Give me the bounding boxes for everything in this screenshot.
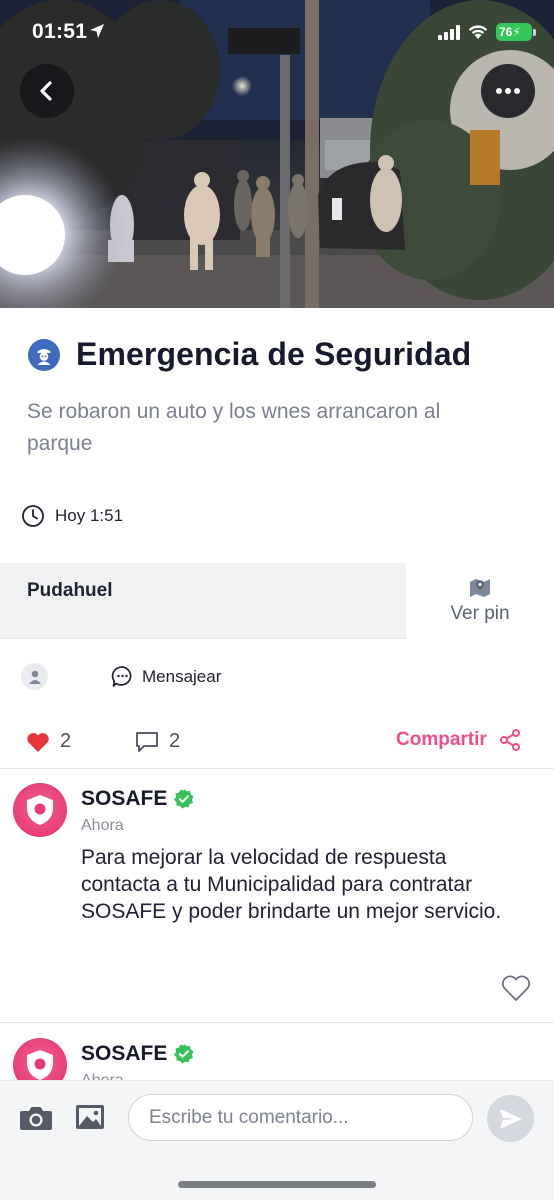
- camera-icon[interactable]: [19, 1105, 53, 1131]
- comments-button[interactable]: 2: [135, 730, 180, 753]
- comment-time: Ahora: [81, 1072, 124, 1080]
- location-name: Pudahuel: [27, 580, 113, 601]
- post-photo[interactable]: 01:51 76⚡: [0, 0, 554, 308]
- comment-author: SOSAFE: [81, 1042, 194, 1066]
- verified-badge-icon: [174, 789, 194, 809]
- author-row: Mensajear: [0, 639, 554, 715]
- comment-item: SOSAFE Ahora Para mejorar la velocidad d…: [0, 769, 554, 1023]
- comment-icon: [136, 731, 158, 752]
- share-label: Compartir: [396, 729, 487, 750]
- like-button[interactable]: 2: [26, 730, 71, 753]
- comment-time: Ahora: [81, 817, 124, 834]
- ellipsis-icon: [496, 88, 520, 94]
- security-guard-icon: [28, 338, 60, 371]
- user-icon[interactable]: [21, 663, 48, 690]
- location-row: Pudahuel Ver pin: [0, 563, 554, 639]
- verified-badge-icon: [174, 1044, 194, 1064]
- battery-level: 76: [499, 25, 513, 39]
- battery-icon: 76⚡: [496, 23, 532, 41]
- map-pin-icon: [470, 579, 490, 597]
- comment-like-icon[interactable]: [501, 974, 531, 1002]
- view-pin-button[interactable]: Ver pin: [406, 563, 554, 639]
- comment-author-name: SOSAFE: [81, 1042, 168, 1065]
- wifi-icon: [468, 25, 488, 39]
- comment-text: Para mejorar la velocidad de respuesta c…: [81, 846, 502, 923]
- comment-item: SOSAFE Ahora: [0, 1024, 554, 1080]
- like-count: 2: [60, 730, 72, 752]
- post-time-label: Hoy 1:51: [55, 506, 124, 525]
- status-bar: 01:51 76⚡: [0, 0, 554, 64]
- status-time: 01:51: [32, 20, 88, 43]
- share-icon: [499, 729, 520, 751]
- comment-author-name: SOSAFE: [81, 787, 168, 810]
- post-time: Hoy 1:51: [21, 504, 123, 528]
- home-indicator[interactable]: [178, 1181, 376, 1188]
- comment-input[interactable]: [128, 1094, 473, 1141]
- message-label: Mensajear: [142, 666, 222, 686]
- image-icon[interactable]: [75, 1104, 105, 1130]
- comment-author: SOSAFE: [81, 787, 194, 811]
- sosafe-logo-avatar: [13, 783, 67, 837]
- heart-icon: [27, 732, 49, 752]
- comment-count: 2: [169, 730, 181, 752]
- battery-nub: [533, 29, 536, 36]
- chat-bubble-icon: [111, 666, 132, 687]
- signal-icon: [438, 25, 460, 40]
- share-button[interactable]: Compartir: [396, 729, 521, 751]
- post-actions: 2 2 Compartir: [0, 715, 554, 769]
- chevron-left-icon: [40, 81, 52, 101]
- more-options-button[interactable]: [481, 64, 535, 118]
- send-icon: [499, 1108, 522, 1129]
- comment-composer: [0, 1080, 554, 1154]
- view-pin-label: Ver pin: [450, 603, 510, 624]
- post-header: Emergencia de Seguridad: [28, 336, 471, 373]
- home-indicator-area: [0, 1154, 554, 1200]
- sosafe-logo-avatar: [13, 1038, 67, 1080]
- post-title: Emergencia de Seguridad: [76, 336, 472, 372]
- location-arrow-icon: [90, 24, 104, 38]
- post-description: Se robaron un auto y los wnes arrancaron…: [27, 400, 441, 455]
- clock-icon: [22, 505, 44, 527]
- back-button[interactable]: [20, 64, 74, 118]
- send-button[interactable]: [487, 1095, 534, 1142]
- message-button[interactable]: Mensajear: [111, 665, 221, 688]
